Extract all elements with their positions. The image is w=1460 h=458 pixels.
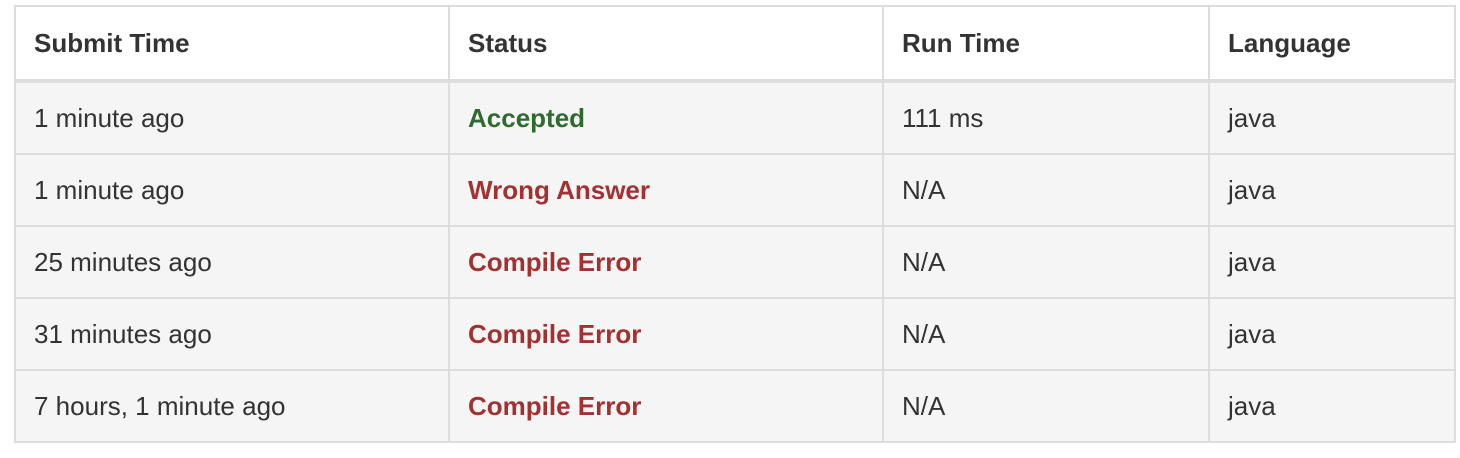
language-cell: java xyxy=(1208,80,1456,155)
submit-time-cell: 1 minute ago xyxy=(14,153,450,227)
column-header-run-time[interactable]: Run Time xyxy=(882,5,1210,83)
submit-time-cell: 7 hours, 1 minute ago xyxy=(14,369,450,443)
language-cell: java xyxy=(1208,225,1456,299)
run-time-cell: N/A xyxy=(882,153,1210,227)
run-time-cell: N/A xyxy=(882,297,1210,371)
submissions-table: Submit Time Status Run Time Language 1 m… xyxy=(14,5,1456,443)
run-time-cell: 111 ms xyxy=(882,80,1210,155)
submit-time-cell: 25 minutes ago xyxy=(14,225,450,299)
submit-time-cell: 31 minutes ago xyxy=(14,297,450,371)
run-time-cell: N/A xyxy=(882,369,1210,443)
table-row: 1 minute ago Wrong Answer N/A java xyxy=(14,153,1456,227)
status-link[interactable]: Compile Error xyxy=(468,319,641,349)
column-header-status[interactable]: Status xyxy=(448,5,884,83)
column-header-language[interactable]: Language xyxy=(1208,5,1456,83)
column-header-submit-time[interactable]: Submit Time xyxy=(14,5,450,83)
submit-time-cell: 1 minute ago xyxy=(14,80,450,155)
run-time-cell: N/A xyxy=(882,225,1210,299)
submissions-panel: Submit Time Status Run Time Language 1 m… xyxy=(14,5,1456,443)
language-cell: java xyxy=(1208,153,1456,227)
table-row: 25 minutes ago Compile Error N/A java xyxy=(14,225,1456,299)
table-header-row: Submit Time Status Run Time Language xyxy=(14,5,1456,83)
table-row: 1 minute ago Accepted 111 ms java xyxy=(14,80,1456,155)
status-link[interactable]: Compile Error xyxy=(468,391,641,421)
table-row: 7 hours, 1 minute ago Compile Error N/A … xyxy=(14,369,1456,443)
table-row: 31 minutes ago Compile Error N/A java xyxy=(14,297,1456,371)
status-link[interactable]: Compile Error xyxy=(468,247,641,277)
language-cell: java xyxy=(1208,369,1456,443)
status-link[interactable]: Wrong Answer xyxy=(468,175,650,205)
status-link[interactable]: Accepted xyxy=(468,103,585,133)
language-cell: java xyxy=(1208,297,1456,371)
